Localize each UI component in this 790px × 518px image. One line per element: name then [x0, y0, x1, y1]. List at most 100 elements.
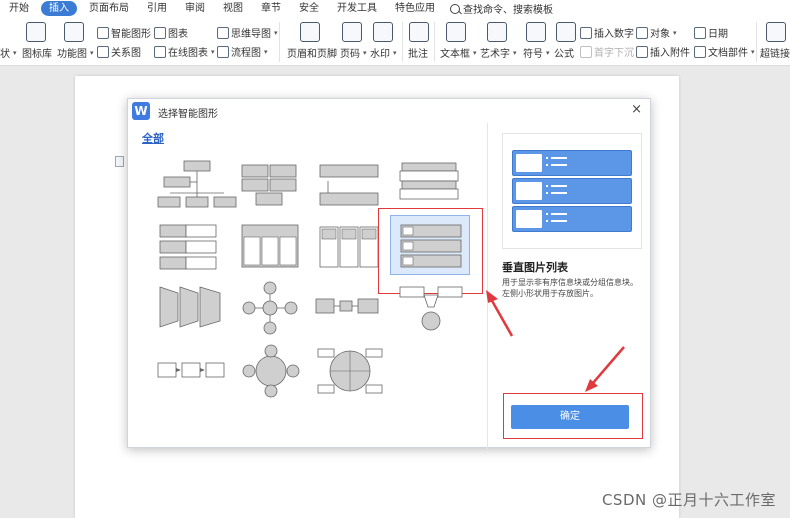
- number-icon: [580, 26, 592, 39]
- image-placeholder-icon: [516, 154, 542, 172]
- chevron-down-icon: [512, 47, 517, 58]
- template-converging[interactable]: [398, 285, 464, 335]
- attachment-icon: [636, 45, 648, 58]
- chevron-down-icon: [672, 27, 677, 38]
- chart-button[interactable]: 图表: [154, 25, 188, 40]
- divider: [434, 22, 435, 62]
- preview-row: [512, 178, 632, 204]
- command-search-label: 查找命令、搜索模板: [463, 5, 553, 16]
- dialog-title-bar: W 选择智能图形 ×: [128, 99, 650, 123]
- date-button[interactable]: 日期: [694, 25, 728, 40]
- wordart-button[interactable]: 艺术字: [480, 45, 517, 60]
- header-footer-button[interactable]: 页眉和页脚: [287, 45, 337, 60]
- object-label: 对象: [650, 29, 670, 40]
- dropcap-button[interactable]: 首字下沉: [580, 44, 634, 59]
- tab-view[interactable]: 视图: [214, 1, 252, 16]
- flowchart-label: 流程图: [231, 48, 261, 59]
- symbol-button[interactable]: 符号: [523, 45, 550, 60]
- page-number-button[interactable]: 页码: [340, 45, 367, 60]
- formula-icon: [556, 22, 576, 42]
- chevron-down-icon: [750, 46, 755, 57]
- tab-page-layout[interactable]: 页面布局: [80, 1, 138, 16]
- formula-button[interactable]: 公式: [554, 45, 574, 60]
- template-process-flow[interactable]: [314, 295, 382, 319]
- function-chart-button[interactable]: 功能图: [57, 45, 94, 60]
- object-button[interactable]: 对象: [636, 25, 677, 40]
- symbol-icon: [526, 22, 546, 42]
- flowchart-button[interactable]: 流程图: [217, 44, 268, 59]
- chart-icon: [154, 26, 166, 39]
- template-column-blocks[interactable]: [240, 223, 300, 269]
- wps-logo-icon: W: [132, 102, 150, 120]
- bullet-dot: [546, 192, 548, 194]
- page-number-icon: [342, 22, 362, 42]
- document-anchor-icon: [115, 156, 124, 167]
- divider: [756, 22, 757, 62]
- comment-button[interactable]: 批注: [408, 45, 428, 60]
- template-arrow-process[interactable]: [156, 359, 228, 383]
- template-hub-cycle[interactable]: [240, 343, 302, 399]
- tab-home[interactable]: 开始: [0, 1, 38, 16]
- header-footer-icon: [300, 22, 320, 42]
- insert-attachment-label: 插入附件: [650, 48, 690, 59]
- template-hierarchy[interactable]: [156, 159, 238, 209]
- function-chart-label: 功能图: [57, 49, 87, 60]
- tab-security[interactable]: 安全: [290, 1, 328, 16]
- template-gallery: 全部: [128, 123, 488, 449]
- watermark-button[interactable]: 水印: [370, 45, 397, 60]
- calendar-icon: [694, 26, 706, 39]
- text-line: [551, 164, 567, 166]
- tab-insert[interactable]: 插入: [41, 1, 77, 16]
- template-stacked-list[interactable]: [318, 163, 380, 209]
- template-quad-matrix[interactable]: [316, 345, 384, 397]
- template-column-list[interactable]: [318, 225, 380, 269]
- close-button[interactable]: ×: [631, 103, 642, 117]
- mind-map-label: 思维导图: [231, 29, 271, 40]
- tab-section[interactable]: 章节: [252, 1, 290, 16]
- insert-number-button[interactable]: 插入数字: [580, 25, 634, 40]
- textbox-label: 文本框: [440, 49, 470, 60]
- tab-references[interactable]: 引用: [138, 1, 176, 16]
- template-stacked-bars[interactable]: [398, 161, 460, 209]
- tab-developer[interactable]: 开发工具: [328, 1, 386, 16]
- preview-description: 用于显示非有序信息块或分组信息块。左侧小形状用于存放图片。: [502, 278, 638, 298]
- doc-parts-button[interactable]: 文档部件: [694, 44, 755, 59]
- command-search[interactable]: 查找命令、搜索模板: [450, 1, 553, 16]
- shapes-button[interactable]: 状: [0, 45, 17, 60]
- chart-label: 图表: [168, 29, 188, 40]
- template-bullet-list[interactable]: [158, 223, 220, 271]
- divider: [402, 22, 403, 62]
- image-placeholder-icon: [516, 182, 542, 200]
- csdn-watermark: CSDN @正月十六工作室: [601, 491, 776, 509]
- template-hierarchy-blocks[interactable]: [240, 163, 300, 209]
- hyperlink-button[interactable]: 超链接: [760, 45, 790, 60]
- bullet-dot: [546, 157, 548, 159]
- insert-attachment-button[interactable]: 插入附件: [636, 44, 690, 59]
- page-number-label: 页码: [340, 49, 360, 60]
- dialog-title: 选择智能图形: [158, 109, 218, 120]
- template-funnel-steps[interactable]: [158, 283, 224, 331]
- insert-number-label: 插入数字: [594, 29, 634, 40]
- smart-art-label: 智能图形: [111, 29, 151, 40]
- date-label: 日期: [708, 29, 728, 40]
- tab-review[interactable]: 审阅: [176, 1, 214, 16]
- online-chart-button[interactable]: 在线图表: [154, 44, 215, 59]
- relation-chart-button[interactable]: 关系图: [97, 44, 141, 59]
- chevron-down-icon: [545, 47, 550, 58]
- template-radial-cycle[interactable]: [241, 280, 299, 336]
- tab-special[interactable]: 特色应用: [386, 1, 444, 16]
- text-line: [551, 192, 567, 194]
- smart-art-button[interactable]: 智能图形: [97, 25, 151, 40]
- icon-library-button[interactable]: 图标库: [22, 45, 52, 60]
- mind-map-button[interactable]: 思维导图: [217, 25, 278, 40]
- textbox-button[interactable]: 文本框: [440, 45, 477, 60]
- smart-art-icon: [97, 26, 109, 39]
- watermark-label: 水印: [370, 49, 390, 60]
- textbox-icon: [446, 22, 466, 42]
- image-placeholder-icon: [516, 210, 542, 228]
- wordart-label: 艺术字: [480, 49, 510, 60]
- dropcap-label: 首字下沉: [594, 48, 634, 59]
- category-all-link[interactable]: 全部: [142, 130, 164, 146]
- function-chart-icon: [64, 22, 84, 42]
- object-icon: [636, 26, 648, 39]
